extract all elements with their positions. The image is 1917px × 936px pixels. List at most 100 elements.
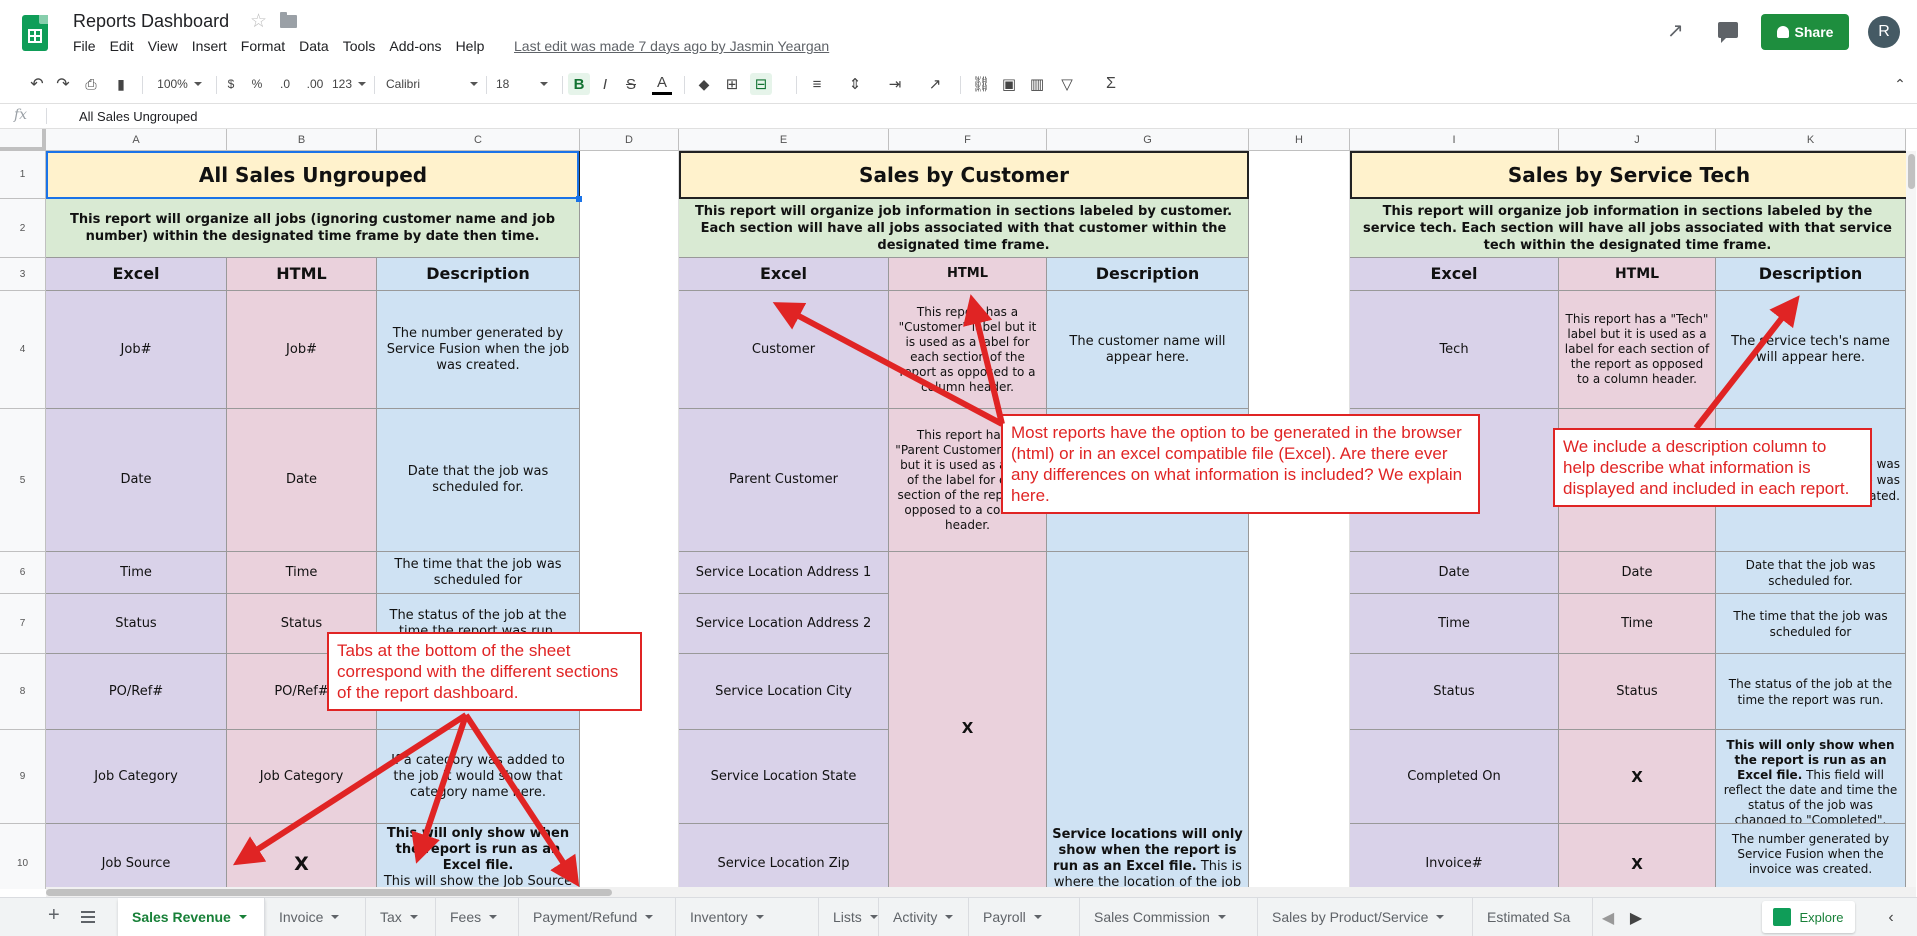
s2-title[interactable]: Sales by Customer	[679, 151, 1249, 199]
more-formats-select[interactable]: 123	[332, 73, 366, 95]
all-sheets-icon[interactable]	[81, 911, 95, 923]
s1-cell[interactable]: Date that the job was scheduled for.	[377, 409, 580, 552]
avatar[interactable]: R	[1868, 16, 1900, 48]
s3-cell[interactable]: Tech	[1350, 291, 1559, 409]
merge-cells-icon[interactable]: ⊟	[750, 73, 772, 95]
s1-cell[interactable]: X	[227, 824, 377, 889]
font-select[interactable]: Calibri	[386, 73, 478, 95]
chevron-down-icon[interactable]	[238, 915, 247, 919]
s3-cell[interactable]: The service tech's name will appear here…	[1716, 291, 1906, 409]
s1-cell[interactable]: Time	[227, 552, 377, 594]
s1-header-html[interactable]: HTML	[227, 258, 377, 291]
s1-cell[interactable]: The number generated by Service Fusion w…	[377, 291, 580, 409]
share-button[interactable]: Share	[1761, 14, 1849, 50]
functions-icon[interactable]: Σ	[1100, 73, 1122, 95]
s3-header-html[interactable]: HTML	[1559, 258, 1716, 291]
folder-icon[interactable]	[280, 12, 297, 28]
s3-cell[interactable]: Date	[1559, 552, 1716, 594]
sheet-tab[interactable]: Fees	[436, 898, 519, 936]
comment-icon[interactable]	[1718, 22, 1738, 43]
scroll-tabs-left-icon[interactable]: ◀	[1600, 907, 1616, 929]
s2-desc[interactable]: This report will organize job informatio…	[679, 199, 1249, 258]
s1-cell[interactable]: PO/Ref#	[46, 654, 227, 730]
s1-cell[interactable]: Status	[46, 594, 227, 654]
s3-cell[interactable]: The number generated by Service Fusion w…	[1716, 824, 1906, 889]
s1-cell[interactable]: Job#	[227, 291, 377, 409]
s3-cell[interactable]: The time that the job was scheduled for	[1716, 594, 1906, 654]
menu-insert[interactable]: Insert	[185, 38, 234, 54]
insert-chart-icon[interactable]: ▥	[1026, 73, 1048, 95]
spreadsheet-grid[interactable]: ABCDEFGHIJK 1 2 3 4 5 6 7 8 9 10 All Sales Ungrou…	[0, 129, 1917, 889]
s3-title[interactable]: Sales by Service Tech	[1350, 151, 1906, 199]
sheet-tab[interactable]: Lists	[819, 898, 879, 936]
sheet-tab[interactable]: Tax	[366, 898, 436, 936]
s3-cell[interactable]: Status	[1559, 654, 1716, 730]
currency-button[interactable]: $	[222, 73, 240, 95]
row-header[interactable]: 1	[0, 151, 46, 199]
text-rotate-icon[interactable]: ↗	[924, 73, 946, 95]
s1-cell[interactable]: Job Category	[46, 730, 227, 824]
increase-decimal-button[interactable]: .00	[302, 73, 328, 95]
last-edit-link[interactable]: Last edit was made 7 days ago by Jasmin …	[514, 38, 829, 54]
row-header[interactable]: 2	[0, 199, 46, 258]
s1-cell[interactable]: This will only show when the report is r…	[377, 824, 580, 889]
s1-title[interactable]: All Sales Ungrouped	[46, 151, 580, 199]
column-header[interactable]: B	[227, 129, 377, 151]
percent-button[interactable]: %	[248, 73, 266, 95]
chevron-down-icon[interactable]	[409, 915, 418, 919]
row-header[interactable]: 8	[0, 654, 46, 730]
add-sheet-icon[interactable]: +	[48, 904, 60, 927]
filter-icon[interactable]: ▽	[1056, 73, 1078, 95]
sheet-tab[interactable]: Invoice	[265, 898, 366, 936]
s2-cell[interactable]: Service Location State	[679, 730, 889, 824]
s1-cell[interactable]: Job#	[46, 291, 227, 409]
s3-cell[interactable]: Date that the job was scheduled for.	[1716, 552, 1906, 594]
s1-cell[interactable]: Date	[46, 409, 227, 552]
column-header[interactable]: G	[1047, 129, 1249, 151]
chevron-down-icon[interactable]	[945, 915, 954, 919]
decrease-decimal-button[interactable]: .0	[275, 73, 295, 95]
sheet-tab[interactable]: Estimated Sa	[1473, 898, 1593, 936]
sheet-tab[interactable]: Inventory	[676, 898, 819, 936]
bold-button[interactable]: B	[568, 73, 590, 95]
menu-format[interactable]: Format	[234, 38, 292, 54]
s2-header-excel[interactable]: Excel	[679, 258, 889, 291]
s1-cell[interactable]: Time	[46, 552, 227, 594]
s2-header-html[interactable]: HTML	[889, 258, 1047, 291]
strikethrough-button[interactable]: S	[622, 73, 640, 95]
s3-cell[interactable]: X	[1559, 730, 1716, 824]
undo-icon[interactable]: ↶	[26, 73, 48, 95]
row-header[interactable]: 4	[0, 291, 46, 409]
link-icon[interactable]: ⛓	[970, 73, 992, 95]
s2-cell[interactable]: The customer name will appear here.	[1047, 291, 1249, 409]
vertical-scrollbar[interactable]	[1906, 151, 1916, 887]
row-header[interactable]: 3	[0, 258, 46, 291]
print-icon[interactable]: ⎙	[80, 73, 102, 95]
s1-cell[interactable]: Job Category	[227, 730, 377, 824]
sheet-tab[interactable]: Payment/Refund	[519, 898, 676, 936]
row-header[interactable]: 6	[0, 552, 46, 594]
s1-cell[interactable]: If a category was added to the job it wo…	[377, 730, 580, 824]
chevron-down-icon[interactable]	[1217, 915, 1226, 919]
vertical-align-icon[interactable]: ⇕	[844, 73, 866, 95]
chevron-down-icon[interactable]	[645, 915, 654, 919]
column-header[interactable]: J	[1559, 129, 1716, 151]
zoom-select[interactable]: 100%	[152, 73, 207, 95]
row-header[interactable]: 10	[0, 824, 46, 889]
borders-icon[interactable]: ⊞	[722, 73, 742, 95]
side-panel-toggle-icon[interactable]: ‹	[1883, 907, 1899, 929]
sheet-tab[interactable]: Payroll	[969, 898, 1080, 936]
selection-handle[interactable]	[576, 196, 582, 202]
chevron-down-icon[interactable]	[1033, 915, 1042, 919]
star-icon[interactable]: ☆	[250, 10, 267, 33]
s3-cell[interactable]: Time	[1350, 594, 1559, 654]
s3-cell[interactable]: X	[1559, 824, 1716, 889]
s3-cell[interactable]: The status of the job at the time the re…	[1716, 654, 1906, 730]
column-h-spacer[interactable]	[1249, 151, 1350, 889]
s3-cell[interactable]: Invoice#	[1350, 824, 1559, 889]
chevron-down-icon[interactable]	[869, 915, 878, 919]
s2-header-desc[interactable]: Description	[1047, 258, 1249, 291]
sheet-tab[interactable]: Activity	[879, 898, 969, 936]
select-all-corner[interactable]	[0, 129, 46, 151]
chevron-down-icon[interactable]	[1436, 915, 1445, 919]
